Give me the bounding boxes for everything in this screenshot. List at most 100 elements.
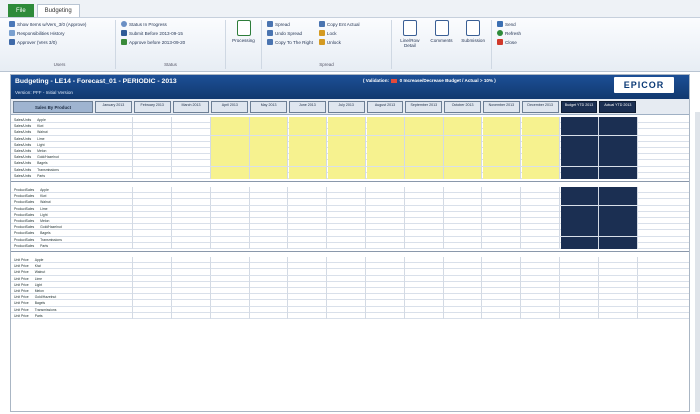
grid-cell[interactable]: [211, 275, 250, 282]
grid-cell[interactable]: [483, 154, 522, 161]
grid-cell[interactable]: [327, 160, 367, 167]
grid-cell[interactable]: [328, 294, 367, 301]
grid-cell[interactable]: [560, 230, 599, 237]
grid-cell[interactable]: [444, 117, 483, 123]
grid-cell[interactable]: [250, 135, 289, 142]
grid-cell[interactable]: [289, 135, 328, 142]
grid-cell[interactable]: [250, 288, 289, 294]
grid-cell[interactable]: [599, 123, 638, 130]
grid-cell[interactable]: [366, 135, 405, 142]
grid-cell[interactable]: [405, 218, 444, 224]
grid-cell[interactable]: [173, 199, 211, 206]
grid-cell[interactable]: [444, 281, 483, 288]
spread-button[interactable]: Spread: [267, 20, 313, 28]
grid-cell[interactable]: [599, 306, 638, 313]
grid-cell[interactable]: [95, 288, 134, 294]
grid-cell[interactable]: [367, 288, 405, 294]
grid-cell[interactable]: [483, 205, 522, 212]
grid-cell[interactable]: [289, 199, 328, 206]
grid-cell[interactable]: [405, 275, 444, 282]
grid-cell[interactable]: [483, 218, 522, 224]
grid-cell[interactable]: [521, 135, 561, 142]
grid-cell[interactable]: [173, 187, 211, 193]
grid-cell[interactable]: [289, 257, 328, 263]
grid-cell[interactable]: [522, 275, 561, 282]
grid-cell[interactable]: [328, 224, 367, 231]
grid-cell[interactable]: [483, 230, 522, 237]
grid-cell[interactable]: [560, 242, 599, 249]
grid-cell[interactable]: [289, 312, 328, 319]
grid-cell[interactable]: [367, 294, 405, 301]
grid-cell[interactable]: [560, 218, 599, 224]
grid-cell[interactable]: [444, 160, 483, 167]
grid-cell[interactable]: [367, 187, 405, 193]
grid-cell[interactable]: [250, 224, 289, 231]
grid-cell[interactable]: [173, 236, 211, 243]
grid-cell[interactable]: [599, 160, 638, 167]
grid-cell[interactable]: [250, 294, 289, 301]
grid-cell[interactable]: [405, 199, 444, 206]
grid-cell[interactable]: [522, 199, 561, 206]
grid-cell[interactable]: [173, 129, 211, 136]
grid-cell[interactable]: [327, 135, 367, 142]
grid-cell[interactable]: [521, 148, 561, 154]
grid-cell[interactable]: [560, 199, 599, 206]
grid-cell[interactable]: [521, 117, 561, 123]
grid-cell[interactable]: [599, 288, 638, 294]
grid-cell[interactable]: [134, 172, 173, 179]
grid-cell[interactable]: [366, 129, 405, 136]
grid-cell[interactable]: [405, 160, 444, 167]
grid-cell[interactable]: [561, 312, 599, 319]
grid-cell[interactable]: [250, 257, 289, 263]
grid-cell[interactable]: [444, 211, 483, 218]
grid-cell[interactable]: [405, 242, 444, 249]
grid-cell[interactable]: [599, 154, 638, 161]
grid-cell[interactable]: [599, 236, 638, 243]
grid-cell[interactable]: [367, 224, 405, 231]
grid-cell[interactable]: [522, 218, 561, 224]
grid-cell[interactable]: [405, 205, 444, 212]
grid-cell[interactable]: [444, 230, 483, 237]
grid-cell[interactable]: [560, 141, 599, 148]
grid-cell[interactable]: [483, 236, 522, 243]
grid-cell[interactable]: [483, 288, 522, 294]
grid-cell[interactable]: [289, 306, 328, 313]
grid-cell[interactable]: [173, 242, 211, 249]
table-row[interactable]: ProductSales Parts: [11, 242, 689, 249]
grid-cell[interactable]: [560, 193, 599, 200]
grid-cell[interactable]: [328, 288, 367, 294]
column-header[interactable]: November 2013: [483, 101, 520, 113]
grid-cell[interactable]: [328, 300, 367, 307]
grid-cell[interactable]: [211, 141, 250, 148]
column-header[interactable]: April 2013: [211, 101, 249, 113]
grid-cell[interactable]: [327, 141, 367, 148]
grid-cell[interactable]: [366, 117, 405, 123]
grid-cell[interactable]: [211, 187, 250, 193]
grid-cell[interactable]: [211, 129, 250, 136]
grid-cell[interactable]: [366, 166, 405, 173]
grid-cell[interactable]: [444, 123, 483, 130]
grid-cell[interactable]: [250, 166, 289, 173]
grid-cell[interactable]: [483, 242, 522, 249]
responsibilities-history-button[interactable]: Responsibilities History: [9, 29, 86, 37]
grid-cell[interactable]: [211, 230, 250, 237]
grid-cell[interactable]: [444, 275, 483, 282]
grid-cell[interactable]: [522, 224, 561, 231]
grid-cell[interactable]: [289, 166, 328, 173]
grid-cell[interactable]: [95, 269, 134, 276]
grid-cell[interactable]: [250, 275, 289, 282]
grid-cell[interactable]: [173, 218, 211, 224]
grid-cell[interactable]: [328, 312, 367, 319]
grid-cell[interactable]: [173, 275, 211, 282]
grid-cell[interactable]: [367, 312, 405, 319]
grid-cell[interactable]: [289, 230, 328, 237]
grid-cell[interactable]: [405, 269, 444, 276]
grid-cell[interactable]: [211, 257, 250, 263]
grid-cell[interactable]: [444, 148, 483, 154]
grid-cell[interactable]: [134, 205, 173, 212]
grid-cell[interactable]: [405, 306, 444, 313]
grid-cell[interactable]: [599, 294, 638, 301]
grid-cell[interactable]: [134, 166, 173, 173]
grid-cell[interactable]: [328, 193, 367, 200]
grid-cell[interactable]: [444, 300, 483, 307]
